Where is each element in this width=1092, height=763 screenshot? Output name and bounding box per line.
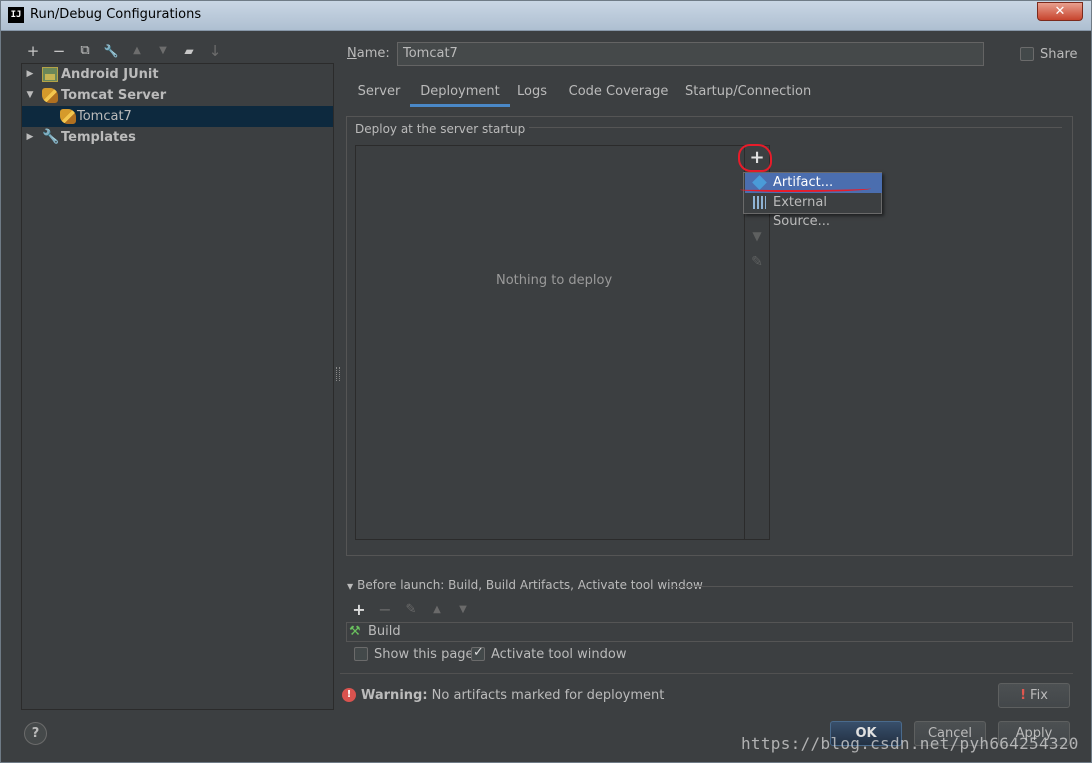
menu-item-label: External Source... [773,195,831,229]
menu-item-external-source[interactable]: External Source... [745,193,882,229]
close-button[interactable]: ✕ [1037,2,1083,21]
fix-button[interactable]: ! Fix [998,683,1070,708]
expand-arrow-icon[interactable]: ▶ [24,64,36,85]
tab-server[interactable]: Server [352,81,406,107]
annotation-circle [738,144,772,172]
footer-divider [340,673,1073,674]
share-label: Share [1040,47,1078,62]
configuration-tree: ▶ Android JUnit ▼ Tomcat Server Tomcat7 … [21,63,334,710]
tab-startup-connection[interactable]: Startup/Connection [685,81,811,107]
error-icon: ! [342,688,356,702]
move-down-icon[interactable]: ▼ [746,226,768,246]
tomcat-icon [42,88,58,103]
empty-list-text: Nothing to deploy [496,273,613,288]
wrench-icon[interactable]: 🔧 [101,41,121,61]
activate-tool-window-checkbox[interactable] [471,645,485,661]
tab-code-coverage[interactable]: Code Coverage [567,81,670,107]
tab-bar: Server Deployment Logs Code Coverage Sta… [347,81,1073,107]
edit-icon[interactable]: ✎ [746,252,768,272]
before-launch-title: Before launch: Build, Build Artifacts, A… [357,578,703,592]
remove-task-button[interactable]: − [376,601,394,619]
tomcat-icon [60,109,76,124]
expand-arrow-icon[interactable]: ▶ [24,127,36,148]
bulb-icon: ! [1020,688,1027,703]
name-label-mnemonic: N [347,46,357,61]
show-this-page-checkbox[interactable] [354,647,368,661]
panel-splitter[interactable] [336,367,340,381]
move-down-icon[interactable]: ▼ [153,41,173,61]
tab-deployment[interactable]: Deployment [410,81,510,107]
window-title: Run/Debug Configurations [30,7,202,22]
tree-item-tomcat-server[interactable]: ▼ Tomcat Server [22,85,333,106]
warning-label: Warning: [361,688,428,703]
tree-item-label: Tomcat7 [77,109,132,124]
warning-text: No artifacts marked for deployment [427,688,665,703]
before-launch-header[interactable]: ▼ Before launch: Build, Build Artifacts, … [347,578,703,592]
move-task-up-button[interactable]: ▲ [428,601,446,619]
activate-tool-window-label: Activate tool window [491,647,627,662]
tree-item-android-junit[interactable]: ▶ Android JUnit [22,64,333,85]
watermark: https://blog.csdn.net/pyh664254320 [741,734,1079,753]
external-source-icon [753,196,766,209]
task-row-build[interactable]: ⚒ Build [346,622,1073,642]
tree-item-templates[interactable]: ▶ 🔧 Templates [22,127,333,148]
remove-icon[interactable]: − [49,41,69,61]
fix-label: Fix [1030,688,1048,703]
junit-icon [42,67,58,82]
title-bar: IJ Run/Debug Configurations ✕ [1,1,1091,31]
add-icon[interactable]: + [23,41,43,61]
copy-icon[interactable]: ⧉ [75,41,95,61]
tree-item-label: Tomcat Server [61,88,167,103]
task-label: Build [368,624,401,639]
tree-item-label: Android JUnit [61,67,159,82]
help-button[interactable]: ? [24,722,47,745]
sort-icon[interactable]: ↓ [205,41,225,61]
folder-icon[interactable]: ▰ [179,41,199,61]
hammer-icon: ⚒ [349,624,361,639]
deploy-group-title: Deploy at the server startup [355,122,530,136]
move-task-down-button[interactable]: ▼ [454,601,472,619]
tree-item-tomcat7[interactable]: Tomcat7 [22,106,333,127]
collapse-arrow-icon[interactable]: ▼ [24,85,36,106]
deployment-list[interactable] [355,145,770,540]
add-task-button[interactable]: + [350,601,368,619]
add-popup-menu: Artifact... External Source... [743,172,882,229]
name-input[interactable]: Tomcat7 [397,42,984,66]
wrench-icon: 🔧 [42,129,60,145]
move-up-icon[interactable]: ▲ [127,41,147,61]
name-label-text: ame: [356,46,390,61]
collapse-arrow-icon: ▼ [347,582,354,591]
run-debug-configurations-dialog: IJ Run/Debug Configurations ✕ + − ⧉ 🔧 ▲ … [0,0,1092,763]
intellij-icon: IJ [8,7,24,23]
warning-message: Warning: No artifacts marked for deploym… [361,688,664,703]
share-checkbox[interactable] [1020,47,1034,61]
name-label: Name: [347,46,390,61]
tab-logs[interactable]: Logs [512,81,552,107]
section-divider [670,586,1073,587]
edit-task-button[interactable]: ✎ [402,601,420,619]
show-this-page-label: Show this page [374,647,474,662]
tree-item-label: Templates [61,130,136,145]
